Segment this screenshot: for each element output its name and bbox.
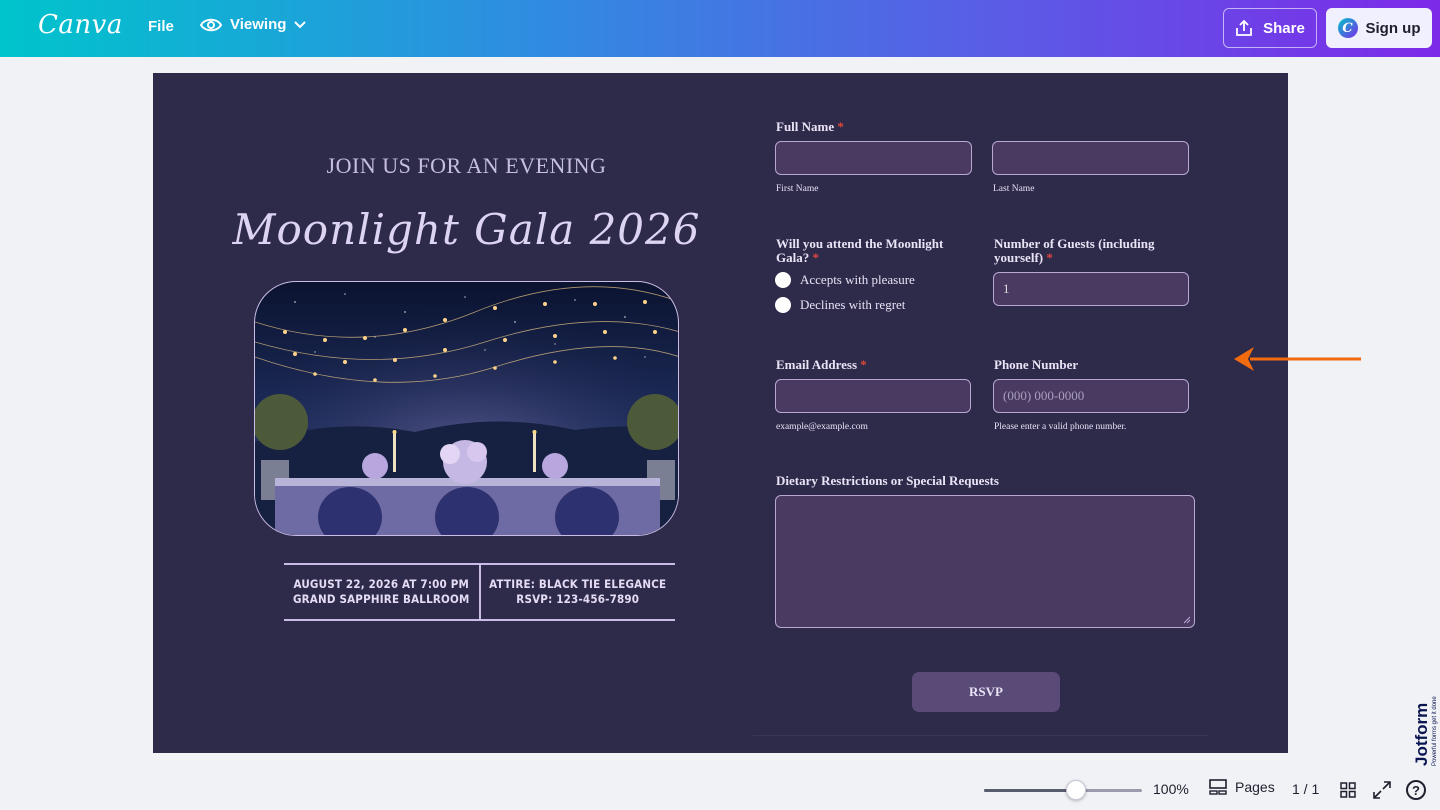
email-label-text: Email Address (776, 357, 858, 372)
radio-button[interactable] (775, 272, 791, 288)
attend-decline-option[interactable]: Declines with regret (775, 297, 905, 313)
event-rsvp-phone: RSVP: 123-456-7890 (516, 592, 640, 606)
event-attire: ATTIRE: BLACK TIE ELEGANCE (489, 577, 667, 591)
required-mark: * (860, 357, 867, 372)
gala-table-photo (254, 281, 679, 536)
viewing-menu[interactable]: Viewing (200, 16, 307, 33)
pages-label: Pages (1235, 779, 1275, 795)
share-label: Share (1263, 19, 1305, 37)
zoom-slider-fill (984, 789, 1076, 792)
required-mark: * (812, 250, 819, 265)
zoom-slider-thumb[interactable] (1065, 780, 1086, 800)
phone-placeholder: (000) 000-0000 (1003, 388, 1085, 403)
event-date-venue: AUGUST 22, 2026 AT 7:00 PM GRAND SAPPHIR… (284, 565, 479, 619)
design-page: JOIN US FOR AN EVENING Moonlight Gala 20… (153, 73, 1288, 753)
full-name-label-text: Full Name (776, 119, 835, 134)
last-name-sublabel: Last Name (993, 184, 1035, 194)
top-bar: Canva File Viewing Share C Sign up (0, 0, 1440, 57)
attend-label: Will you attend the Moonlight Gala? * (776, 237, 961, 265)
chevron-down-icon (294, 20, 307, 28)
attend-accept-label: Accepts with pleasure (800, 272, 915, 287)
share-button[interactable]: Share (1223, 8, 1317, 48)
resize-grip-icon[interactable] (1183, 616, 1191, 624)
guests-label-text: Number of Guests (including yourself) (994, 236, 1155, 265)
phone-label: Phone Number (994, 357, 1079, 372)
guests-label: Number of Guests (including yourself) * (994, 237, 1174, 265)
arrow-left-icon (1234, 347, 1361, 371)
dietary-textarea[interactable] (775, 495, 1195, 628)
last-name-input[interactable] (992, 141, 1189, 175)
pages-icon (1209, 779, 1227, 795)
help-icon[interactable]: ? (1406, 780, 1426, 800)
eye-icon (200, 18, 222, 31)
sign-up-button[interactable]: C Sign up (1326, 8, 1432, 48)
event-date: AUGUST 22, 2026 AT 7:00 PM (293, 577, 470, 591)
event-details: AUGUST 22, 2026 AT 7:00 PM GRAND SAPPHIR… (284, 563, 675, 621)
email-input[interactable] (775, 379, 971, 413)
invite-heading: JOIN US FOR AN EVENING (326, 153, 607, 178)
grid-icon[interactable] (1340, 782, 1356, 798)
expand-icon[interactable] (1373, 781, 1391, 799)
pages-button[interactable]: Pages (1209, 779, 1275, 795)
email-label: Email Address * (776, 358, 867, 372)
phone-sublabel: Please enter a valid phone number. (994, 422, 1127, 432)
phone-input[interactable]: (000) 000-0000 (993, 379, 1189, 413)
email-sublabel: example@example.com (776, 422, 868, 432)
file-menu[interactable]: File (148, 18, 174, 35)
zoom-level[interactable]: 100% (1153, 781, 1189, 797)
attend-decline-label: Declines with regret (800, 297, 906, 312)
guests-input[interactable]: 1 (993, 272, 1189, 306)
canva-c-icon: C (1337, 18, 1358, 38)
dietary-label: Dietary Restrictions or Special Requests (776, 473, 999, 488)
page-count: 1 / 1 (1292, 781, 1320, 797)
viewing-label: Viewing (230, 16, 287, 33)
first-name-sublabel: First Name (776, 184, 819, 194)
form-bottom-divider (753, 735, 1208, 736)
attend-label-text: Will you attend the Moonlight Gala? (776, 236, 944, 265)
required-mark: * (837, 119, 844, 134)
event-venue: GRAND SAPPHIRE BALLROOM (292, 592, 470, 606)
event-attire-rsvp: ATTIRE: BLACK TIE ELEGANCE RSVP: 123-456… (481, 565, 676, 619)
attend-accept-option[interactable]: Accepts with pleasure (775, 272, 915, 288)
required-mark: * (1046, 250, 1053, 265)
sign-up-label: Sign up (1365, 19, 1421, 37)
jotform-tagline: Powerful forms get it done (1432, 696, 1438, 766)
first-name-input[interactable] (775, 141, 972, 175)
invite-title: Moonlight Gala 2026 (232, 205, 701, 254)
jotform-brand: Jotform (1412, 702, 1431, 766)
canva-logo[interactable]: Canva (38, 10, 123, 40)
jotform-badge[interactable]: Jotform Powerful forms get it done (1410, 690, 1438, 770)
share-icon (1236, 19, 1253, 36)
full-name-label: Full Name * (776, 120, 844, 134)
rsvp-submit-button[interactable]: RSVP (912, 672, 1060, 712)
radio-button[interactable] (775, 297, 791, 313)
guests-value: 1 (1003, 281, 1010, 296)
